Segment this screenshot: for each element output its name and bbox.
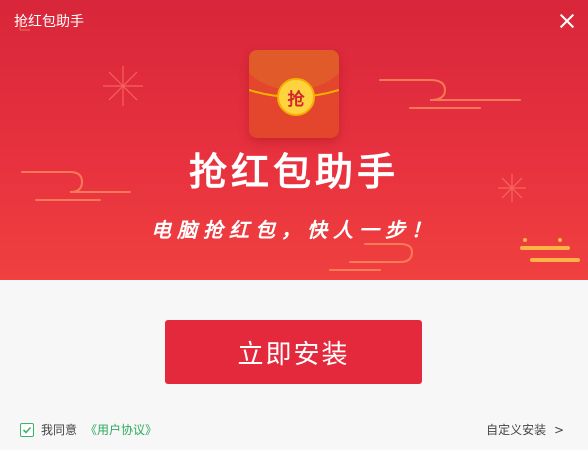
agree-checkbox[interactable] — [20, 422, 34, 437]
user-agreement-link[interactable]: 《用户协议》 — [85, 421, 157, 438]
header-banner: 抢红包助手 抢 抢红包助手 电脑抢红包，快人一步！ — [0, 0, 588, 280]
chevron-right-icon: > — [553, 423, 564, 437]
custom-install-label: 自定义安装 — [486, 423, 547, 437]
agree-label: 我同意 — [41, 423, 78, 437]
slogan: 电脑抢红包，快人一步！ — [151, 218, 437, 242]
install-now-button[interactable]: 立即安装 — [165, 320, 422, 384]
agreement-row: 我同意 《用户协议》 — [20, 421, 157, 438]
close-icon[interactable] — [556, 10, 578, 32]
envelope-seal-char: 抢 — [287, 89, 305, 110]
envelope-seal: 抢 — [277, 78, 315, 116]
window-title: 抢红包助手 — [14, 14, 84, 30]
app-name: 抢红包助手 — [188, 150, 399, 194]
red-envelope-logo: 抢 — [249, 50, 339, 138]
custom-install-link[interactable]: 自定义安装 > — [486, 421, 564, 438]
check-icon — [22, 426, 32, 434]
